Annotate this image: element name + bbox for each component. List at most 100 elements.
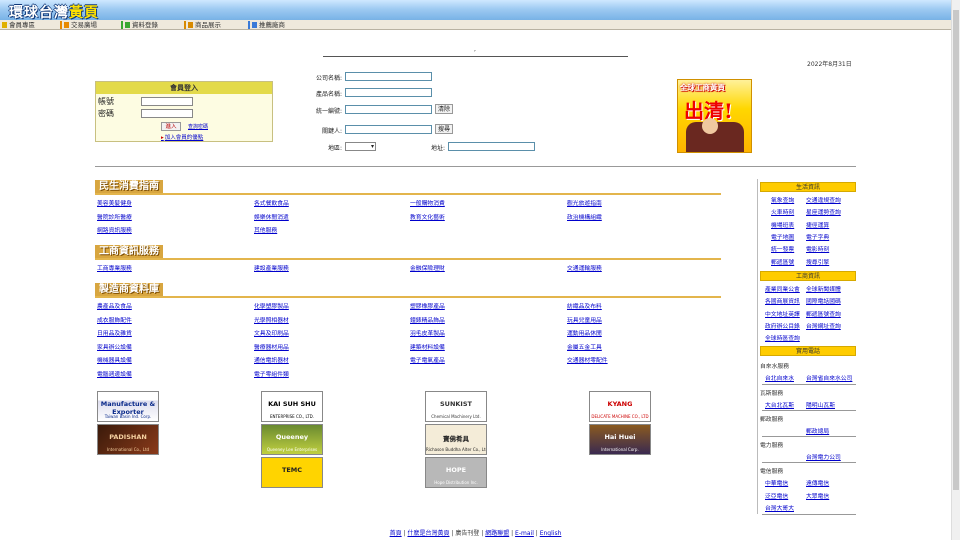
- right-panel-link[interactable]: 氣象查詢: [771, 195, 794, 204]
- manufacturing-links-item[interactable]: 文具及印刷品: [254, 328, 289, 337]
- manufacturing-links-item[interactable]: 電子零組件類: [254, 369, 289, 378]
- nav-item-2[interactable]: 交易廣場: [62, 20, 97, 30]
- right-panel-link[interactable]: 台北自來水: [765, 373, 794, 382]
- right-panel-link[interactable]: 星座運勢查詢: [806, 207, 841, 216]
- right-panel-link[interactable]: 陽明山瓦斯: [806, 400, 835, 409]
- manufacturing-links-item[interactable]: 羽毛皮革製品: [410, 328, 445, 337]
- company-logo-4[interactable]: KYANG DELICATE MACHINE CO., LTD: [589, 391, 651, 422]
- business-links-item[interactable]: 建設產業服務: [254, 263, 289, 272]
- tax-id-input[interactable]: [345, 105, 432, 114]
- right-panel-link[interactable]: 泛亞電信: [765, 491, 788, 500]
- right-panel-link[interactable]: 各國商展資訊: [765, 296, 800, 305]
- clearance-ad-banner[interactable]: 全球工商黃頁 出清!: [677, 79, 752, 153]
- right-panel-link[interactable]: 搜尋引擎: [806, 257, 829, 266]
- company-logo-5[interactable]: PADISHAN International Co., Ltd: [97, 424, 159, 455]
- manufacturing-links-item[interactable]: 紡織品及布料: [567, 301, 602, 310]
- manufacturing-links-item[interactable]: 金屬五金工具: [567, 342, 602, 351]
- nav-item-4[interactable]: 商品展示: [186, 20, 221, 30]
- manufacturing-links-item[interactable]: 交通器材零配件: [567, 355, 608, 364]
- footer-home-link[interactable]: 首頁: [390, 530, 402, 537]
- manufacturing-links-item[interactable]: 家具辦公設備: [97, 342, 132, 351]
- footer-about-link[interactable]: 什麼是台灣黃頁: [407, 530, 449, 537]
- manufacturing-links-item[interactable]: 建築材料設備: [410, 342, 445, 351]
- right-panel-link[interactable]: 大眾電信: [806, 491, 829, 500]
- company-logo-3[interactable]: SUNKIST Chemical Machinery Ltd.: [425, 391, 487, 422]
- right-panel-link[interactable]: 台灣電力公司: [806, 452, 841, 461]
- right-panel-link[interactable]: 統一發票: [771, 244, 794, 253]
- right-panel-link[interactable]: 火車時刻: [771, 207, 794, 216]
- address-input[interactable]: [448, 142, 535, 151]
- manufacturing-links-item[interactable]: 塑膠橡膠產品: [410, 301, 445, 310]
- manufacturing-links-item[interactable]: 日用品及雜貨: [97, 328, 132, 337]
- clear-button[interactable]: 清除: [435, 104, 454, 114]
- scrollbar-thumb[interactable]: [953, 10, 959, 490]
- region-select[interactable]: [345, 142, 376, 151]
- right-panel-link[interactable]: 遠傳電信: [806, 478, 829, 487]
- search-button[interactable]: 搜尋: [435, 124, 454, 134]
- business-links-item[interactable]: 金融保險理財: [410, 263, 445, 272]
- right-panel-link[interactable]: 電影時刻: [806, 244, 829, 253]
- manufacturing-links-item[interactable]: 電腦週邊設備: [97, 369, 132, 378]
- manufacturing-links-item[interactable]: 鐘錶精品飾品: [410, 315, 445, 324]
- company-name-input[interactable]: [345, 72, 432, 81]
- nav-item-3[interactable]: 資料登錄: [123, 20, 158, 30]
- right-panel-link[interactable]: 郵遞區號: [771, 257, 794, 266]
- business-links-item[interactable]: 工商專業服務: [97, 263, 132, 272]
- consumer-links-item[interactable]: 網路資訊服務: [97, 225, 132, 234]
- company-logo-2[interactable]: KAI SUH SHU ENTERPRISE CO., LTD.: [261, 391, 323, 422]
- right-panel-link[interactable]: 捷徑運算: [806, 220, 829, 229]
- right-panel-link[interactable]: 大台北瓦斯: [765, 400, 794, 409]
- consumer-links-item[interactable]: 醫院診所醫療: [97, 212, 132, 221]
- nav-item-5[interactable]: 推薦廠商: [250, 20, 285, 30]
- footer-english-link[interactable]: English: [540, 530, 562, 537]
- manufacturing-links-item[interactable]: 玩具兒童用品: [567, 315, 602, 324]
- manufacturing-links-item[interactable]: 成衣服飾配件: [97, 315, 132, 324]
- right-panel-link[interactable]: 國際電話國碼: [806, 296, 841, 305]
- consumer-links-item[interactable]: 政治機構組織: [567, 212, 602, 221]
- footer-alliance-link[interactable]: 網路聯盟: [485, 530, 509, 537]
- right-panel-link[interactable]: 中華電信: [765, 478, 788, 487]
- right-panel-link[interactable]: 電子地圖: [771, 232, 794, 241]
- right-panel-link[interactable]: 中文地址英譯: [765, 309, 800, 318]
- consumer-links-item[interactable]: 一般購物消費: [410, 198, 445, 207]
- right-panel-link[interactable]: 產業同業公會: [765, 284, 800, 293]
- consumer-links-item[interactable]: 娛樂休閒消遣: [254, 212, 289, 221]
- manufacturing-links-item[interactable]: 通信電訊器材: [254, 355, 289, 364]
- nav-item-1[interactable]: 會員專區: [0, 20, 35, 30]
- footer-email-link[interactable]: E-mail: [515, 530, 534, 537]
- right-panel-link[interactable]: 全球時區查詢: [765, 333, 800, 342]
- manufacturing-links-item[interactable]: 化學塑膠製品: [254, 301, 289, 310]
- manufacturing-links-item[interactable]: 光學照相器材: [254, 315, 289, 324]
- right-panel-link[interactable]: 交通違規查詢: [806, 195, 841, 204]
- login-button[interactable]: 進入: [161, 122, 181, 131]
- right-panel-link[interactable]: 郵遞區號查詢: [806, 309, 841, 318]
- right-panel-link[interactable]: 機場班表: [771, 220, 794, 229]
- product-name-input[interactable]: [345, 88, 432, 97]
- join-benefits-link[interactable]: 加入會員的優點: [161, 133, 204, 141]
- manufacturing-links-item[interactable]: 農產品及食品: [97, 301, 132, 310]
- manufacturing-links-item[interactable]: 醫療器材用品: [254, 342, 289, 351]
- account-input[interactable]: [141, 97, 193, 106]
- manufacturing-links-item[interactable]: 機械器具設備: [97, 355, 132, 364]
- consumer-links-item[interactable]: 各式餐飲食品: [254, 198, 289, 207]
- company-logo-8[interactable]: Hai Huei International Corp.: [589, 424, 651, 455]
- company-logo-7[interactable]: 寶佛肴具 Richason Buddha Alter Co., Ltd.: [425, 424, 487, 455]
- password-input[interactable]: [141, 109, 193, 118]
- consumer-links-item[interactable]: 教育文化藝術: [410, 212, 445, 221]
- company-logo-10[interactable]: HOPE Hope Distribution Inc.: [425, 457, 487, 488]
- right-panel-link[interactable]: 郵政總局: [806, 426, 829, 435]
- company-logo-6[interactable]: Queeney Queeney Lee Enterprises: [261, 424, 323, 455]
- consumer-links-item[interactable]: 觀光旅遊指南: [567, 198, 602, 207]
- right-panel-link[interactable]: 台灣大哥大: [765, 503, 794, 512]
- right-panel-link[interactable]: 電子字典: [806, 232, 829, 241]
- forgot-password-link[interactable]: 查詢密碼: [188, 123, 208, 130]
- right-panel-link[interactable]: 台灣網址查詢: [806, 321, 841, 330]
- right-panel-link[interactable]: 台灣省自來水公司: [806, 373, 852, 382]
- right-panel-link[interactable]: 全球新聞媒體: [806, 284, 841, 293]
- business-links-item[interactable]: 交通運輸服務: [567, 263, 602, 272]
- vertical-scrollbar[interactable]: [951, 0, 960, 540]
- right-panel-link[interactable]: 政府辦公目錄: [765, 321, 800, 330]
- consumer-links-item[interactable]: 其他服務: [254, 225, 277, 234]
- company-logo-1[interactable]: Manufacture & Exporter Taiwan Basin Ind. …: [97, 391, 159, 422]
- company-logo-9[interactable]: TEMC: [261, 457, 323, 488]
